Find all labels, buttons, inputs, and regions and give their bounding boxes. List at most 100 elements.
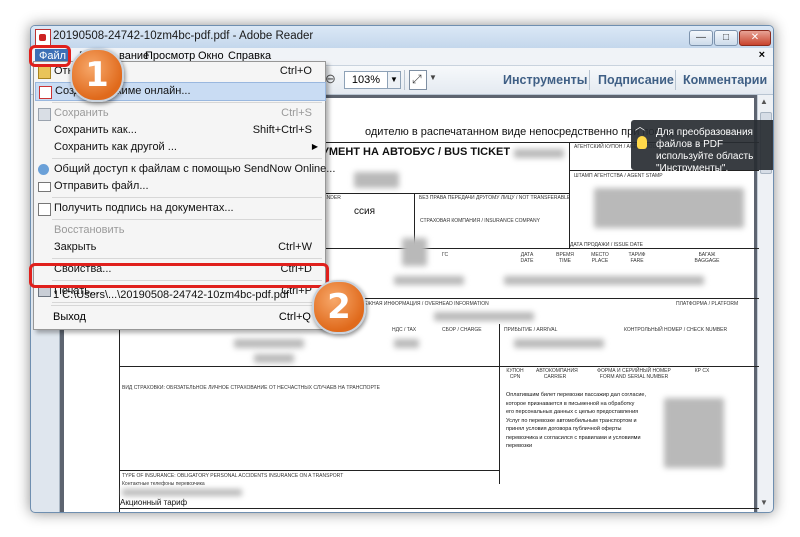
menu-item-exit[interactable]: Выход Ctrl+Q [34, 309, 323, 326]
menu-item-revert[interactable]: Восстановить [35, 222, 324, 239]
submenu-arrow-icon: ▶ [311, 142, 318, 151]
tab-comments[interactable]: Комментарии [683, 70, 767, 90]
menu-item-recent-file[interactable]: 1 C:\Users\...\20190508-24742-10zm4bc-pd… [34, 287, 323, 304]
ticket-border [499, 324, 500, 484]
menu-item-sendnow[interactable]: Общий доступ к файлам с помощью SendNow … [35, 161, 335, 178]
coupon-col-cx: КР CX [694, 368, 710, 374]
menu-item-send-file[interactable]: Отправить файл... [35, 178, 324, 195]
consent-line: принял условия договора публичной оферты [506, 426, 622, 432]
coupon-col-carrier: АВТОКОМПАНИЯ CARRIER [536, 368, 578, 380]
toolbar-separator [589, 70, 590, 90]
open-folder-icon [38, 66, 51, 79]
consent-line: перевозки [506, 443, 533, 449]
menu-item-label: Отправить файл... [54, 180, 149, 192]
menu-separator [52, 197, 322, 198]
redacted-field [434, 312, 534, 321]
fit-page-icon[interactable] [409, 70, 427, 90]
menu-item-shortcut: Ctrl+S [281, 107, 312, 119]
menu-separator [52, 258, 322, 259]
consent-text: Оплатившим билет перевозки пассажир дал … [506, 391, 646, 451]
redacted-field [354, 172, 399, 188]
coupon-col-cpn: КУПОН CPN [506, 368, 524, 380]
redacted-field [514, 149, 564, 158]
agent-stamp-label: ШТАМП АГЕНТСТВА / AGENT STAMP [574, 173, 663, 179]
transfer-label: БЕЗ ПРАВА ПЕРЕДАЧИ ДРУГОМУ ЛИЦУ / NOT TR… [419, 195, 571, 201]
overhead-label: ЕЖНАЯ ИНФОРМАЦИЯ / OVERHEAD INFORMATION [364, 301, 489, 307]
ticket-heading: УМЕНТ НА АВТОБУС / BUS TICKET [322, 146, 511, 158]
close-button[interactable]: ✕ [739, 30, 771, 46]
menu-item-close[interactable]: Закрыть Ctrl+W [35, 239, 324, 256]
route-col-date-x: ГС [442, 252, 449, 258]
zoom-dropdown-icon[interactable]: ▼ [387, 71, 401, 89]
menu-item-save-as[interactable]: Сохранить как... Shift+Ctrl+S [35, 122, 324, 139]
redacted-field [514, 339, 604, 348]
consent-line: его персональных данных с целью предоста… [506, 409, 639, 415]
toolbar-separator [404, 70, 405, 90]
contact-phones-label: Контактные телефоны перевозчика [122, 481, 205, 487]
highlight-print-item [29, 263, 329, 288]
menu-item-label: Восстановить [54, 224, 125, 236]
menu-item-label: Сохранить как... [54, 124, 137, 136]
ticket-border [119, 324, 120, 512]
consent-line: перевозчика и согласился с правилами и у… [506, 434, 641, 441]
toolbar-separator [675, 70, 676, 90]
menu-item-shortcut: Ctrl+O [279, 65, 312, 77]
save-icon [38, 108, 51, 121]
menu-item-shortcut: Ctrl+W [278, 241, 312, 253]
route-col-baggage: БАГАЖ BAGGAGE [694, 252, 720, 264]
chevron-up-icon[interactable]: ︿ [635, 118, 645, 133]
minimize-button[interactable]: — [689, 30, 713, 46]
menu-item-shortcut: Shift+Ctrl+S [252, 124, 312, 136]
scroll-up-icon[interactable]: ▲ [760, 97, 768, 106]
menu-item-label: 1 C:\Users\...\20190508-24742-10zm4bc-pd… [53, 289, 290, 301]
coupon-col-form: ФОРМА И СЕРИЙНЫЙ НОМЕР FORM AND SERIAL N… [597, 368, 671, 380]
window-title: 20190508-24742-10zm4bc-pdf.pdf - Adobe R… [53, 30, 314, 42]
menu-item-label: Закрыть [54, 241, 97, 253]
tab-sign[interactable]: Подписание [598, 70, 674, 90]
insurance-type-en: TYPE OF INSURANCE: OBLIGATORY PERSONAL A… [122, 473, 344, 479]
route-col-time: ВРЕМЯ TIME [556, 252, 574, 264]
create-pdf-icon [39, 86, 52, 99]
scroll-down-icon[interactable]: ▼ [760, 498, 768, 507]
consent-line: Услуг по перевозке автомобильным транспо… [506, 417, 637, 424]
check-number-label: КОНТРОЛЬНЫЙ НОМЕР / CHECK NUMBER [624, 327, 728, 333]
menu-item-get-signature[interactable]: Получить подпись на документах... [35, 200, 324, 217]
redacted-stamp [594, 188, 744, 228]
menu-item-shortcut: Ctrl+Q [278, 311, 311, 323]
menu-item-label: Сохранить как другой ... [54, 141, 177, 153]
fit-dropdown-icon[interactable]: ▼ [429, 73, 437, 82]
charge-label: СБОР / CHARGE [442, 327, 482, 333]
redacted-field [394, 339, 419, 348]
menu-separator [52, 219, 322, 220]
redacted-field [394, 276, 464, 285]
menu-separator [52, 102, 322, 103]
platform-label: ПЛАТФОРМА / PLATFORM [676, 301, 739, 307]
menu-item-save-as-other[interactable]: Сохранить как другой ... ▶ [35, 139, 324, 156]
menu-separator [51, 305, 321, 306]
menu-item-label: Выход [53, 311, 86, 323]
ticket-border [119, 508, 759, 509]
insurance-type-ru: ВИД СТРАХОВКИ: ОБЯЗАТЕЛЬНОЕ ЛИЧНОЕ СТРАХ… [122, 385, 380, 391]
menu-item-save[interactable]: Сохранить Ctrl+S [35, 105, 324, 122]
vat-label: НДС / TAX [392, 327, 417, 333]
maximize-button[interactable]: □ [714, 30, 738, 46]
share-icon [38, 164, 49, 175]
redacted-field [122, 489, 242, 496]
insurance-company-label: СТРАХОВАЯ КОМПАНИЯ / INSURANCE COMPANY [420, 218, 540, 224]
menu-separator [52, 158, 322, 159]
redacted-field [664, 398, 724, 468]
consent-line: которое признавается в письменной на обр… [506, 400, 635, 407]
title-bar[interactable]: 20190508-24742-10zm4bc-pdf.pdf - Adobe R… [31, 26, 773, 48]
redacted-field [254, 354, 294, 363]
route-col-date: ДАТА DATE [520, 252, 534, 264]
close-document-icon[interactable]: × [759, 49, 765, 61]
tools-tooltip: ︿ Для преобразования файлов в PDF исполь… [631, 118, 773, 174]
tab-tools[interactable]: Инструменты [503, 70, 587, 90]
route-col-place: МЕСТО PLACE [591, 252, 609, 264]
zoom-out-icon[interactable]: ⊖ [325, 71, 336, 87]
step-badge-2: 2 [312, 280, 366, 334]
arrival-label: ПРИБЫТИЕ / ARRIVAL [504, 327, 558, 333]
zoom-input[interactable]: 103% [344, 71, 388, 89]
menu-item-label: Получить подпись на документах... [54, 202, 234, 214]
mail-icon [38, 182, 51, 192]
